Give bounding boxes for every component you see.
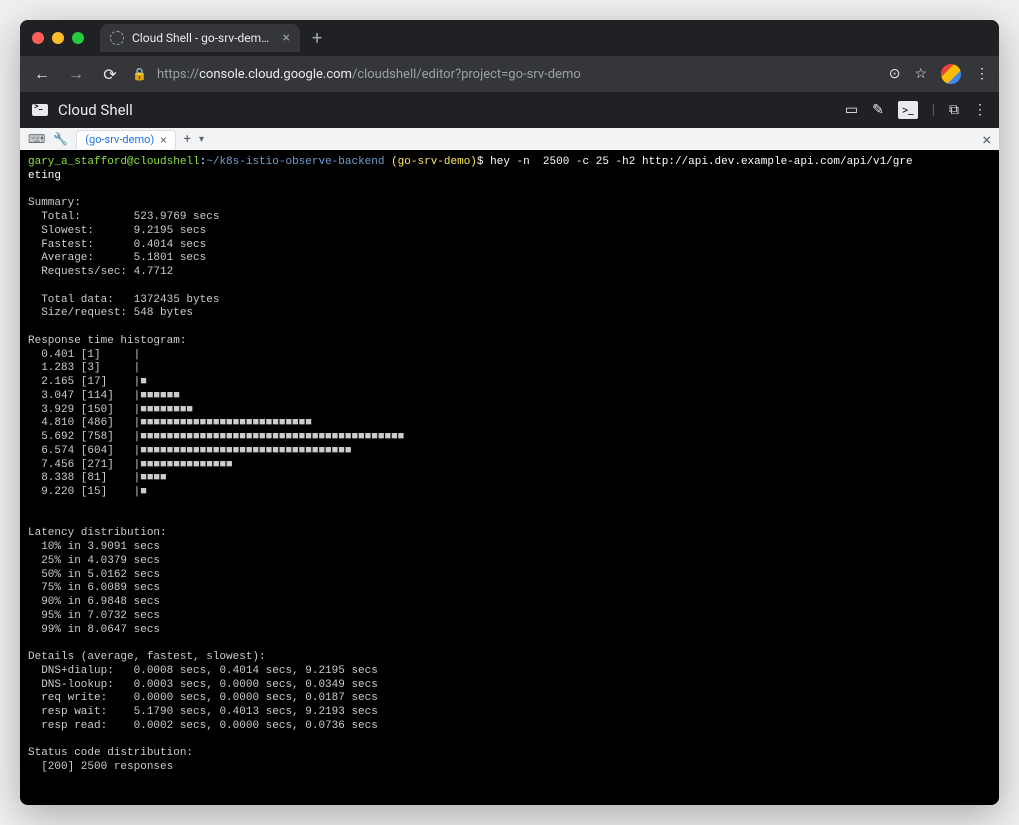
terminal-tab-close-icon[interactable]: × (160, 133, 166, 147)
search-icon[interactable]: ⊙ (889, 66, 901, 82)
details-block: DNS+dialup: 0.0008 secs, 0.4014 secs, 9.… (28, 665, 378, 732)
terminal-tab-label: (go-srv-demo) (85, 133, 154, 146)
app-title-text: Cloud Shell (58, 101, 133, 119)
new-tab-button[interactable]: + (312, 28, 322, 49)
profile-avatar[interactable] (941, 64, 961, 84)
prompt-dollar: $ (477, 156, 484, 168)
terminal-session-tab[interactable]: (go-srv-demo) × (76, 130, 175, 149)
latency-header: Latency distribution: (28, 527, 167, 539)
close-panel-icon[interactable]: × (982, 130, 991, 149)
prompt-path: ~/k8s-istio-observe-backend (206, 156, 384, 168)
address-bar: ← → ⟳ 🔒 https://console.cloud.google.com… (20, 56, 999, 92)
lock-icon: 🔒 (132, 67, 147, 81)
histogram-header: Response time histogram: (28, 335, 186, 347)
traffic-lights (32, 32, 84, 44)
summary-header: Summary: (28, 197, 81, 209)
browser-tab[interactable]: Cloud Shell - go-srv-demo - G × (100, 24, 300, 52)
laptop-icon[interactable]: ▭ (845, 102, 858, 118)
window-minimize-button[interactable] (52, 32, 64, 44)
terminal-output[interactable]: gary_a_stafford@cloudshell:~/k8s-istio-o… (20, 150, 999, 805)
keyboard-icon[interactable]: ⌨ (28, 132, 45, 146)
histogram-block: 0.401 [1] | 1.283 [3] | 2.165 [17] |■ 3.… (28, 349, 404, 499)
cloud-shell-icon (32, 104, 48, 116)
url-input[interactable]: https://console.cloud.google.com/cloudsh… (157, 67, 879, 82)
status-header: Status code distribution: (28, 747, 193, 759)
title-bar: Cloud Shell - go-srv-demo - G × + (20, 20, 999, 56)
bookmark-icon[interactable]: ☆ (914, 66, 927, 82)
status-line: [200] 2500 responses (28, 761, 173, 773)
latency-block: 10% in 3.9091 secs 25% in 4.0379 secs 50… (28, 541, 160, 636)
toolbar-right: ⊙ ☆ ⋮ (889, 64, 989, 84)
tab-close-icon[interactable]: × (283, 30, 290, 46)
more-menu-icon[interactable]: ⋮ (973, 102, 987, 118)
summary-block: Total: 523.9769 secs Slowest: 9.2195 sec… (28, 211, 219, 319)
popout-icon[interactable]: ⧉ (949, 102, 959, 118)
tab-favicon-icon (110, 31, 124, 45)
app-bar-actions: ▭ ✎ >_ | ⧉ ⋮ (845, 101, 987, 119)
forward-button[interactable]: → (64, 64, 88, 84)
url-scheme: https:// (157, 67, 199, 82)
tab-dropdown-icon[interactable]: ▾ (199, 134, 204, 145)
tab-title: Cloud Shell - go-srv-demo - G (132, 31, 275, 45)
reload-button[interactable]: ⟳ (98, 65, 122, 84)
terminal-toggle-icon[interactable]: >_ (898, 101, 918, 119)
url-host: console.cloud.google.com (199, 67, 352, 82)
wrench-icon[interactable]: 🔧 (53, 132, 68, 146)
details-header: Details (average, fastest, slowest): (28, 651, 266, 663)
app-title: Cloud Shell (32, 101, 133, 119)
prompt-project: (go-srv-demo) (384, 156, 476, 168)
edit-icon[interactable]: ✎ (872, 102, 884, 118)
terminal-tab-strip: ⌨ 🔧 (go-srv-demo) × + ▾ × (20, 128, 999, 150)
add-terminal-tab-button[interactable]: + (184, 132, 191, 147)
back-button[interactable]: ← (30, 64, 54, 84)
kebab-menu-icon[interactable]: ⋮ (975, 66, 989, 82)
app-bar: Cloud Shell ▭ ✎ >_ | ⧉ ⋮ (20, 92, 999, 128)
browser-window: Cloud Shell - go-srv-demo - G × + ← → ⟳ … (20, 20, 999, 805)
prompt-user: gary_a_stafford@cloudshell (28, 156, 200, 168)
url-path: /cloudshell/editor?project=go-srv-demo (352, 67, 581, 82)
window-zoom-button[interactable] (72, 32, 84, 44)
window-close-button[interactable] (32, 32, 44, 44)
